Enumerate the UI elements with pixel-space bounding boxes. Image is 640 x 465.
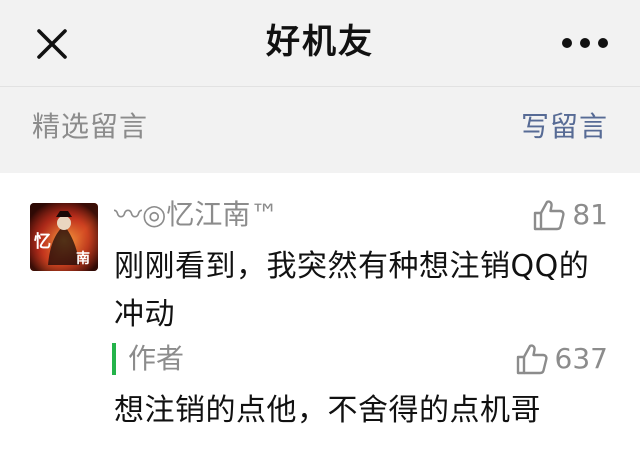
- author-reply-content: 想注销的点他，不舍得的点机哥: [114, 393, 541, 428]
- page-title: 好机友: [266, 22, 374, 62]
- avatar[interactable]: 忆 南: [30, 203, 98, 271]
- reply-like-button[interactable]: 637: [515, 339, 608, 379]
- write-comment-link[interactable]: 写留言: [521, 107, 608, 147]
- more-icon-dot: [598, 38, 608, 48]
- avatar-image: 忆 南: [30, 203, 98, 271]
- author-label: 作者: [128, 342, 185, 375]
- reply-like-count: 637: [554, 342, 608, 375]
- thumbs-up-icon: [534, 200, 565, 231]
- more-icon-dot: [580, 38, 590, 48]
- more-button[interactable]: [562, 36, 608, 50]
- author-reply-tag: 作者: [112, 341, 184, 377]
- more-icon: [562, 38, 572, 48]
- avatar-calligraphy: 忆: [34, 231, 51, 252]
- avatar-calligraphy-2: 南: [76, 250, 90, 267]
- author-accent-bar: [112, 343, 116, 375]
- comment-content: 刚刚看到，我突然有种想注销QQ的冲动: [114, 249, 590, 332]
- section-header: 精选留言 写留言: [0, 87, 640, 173]
- like-count: 81: [572, 198, 608, 231]
- comment-item: 忆 南 〰◎忆江南™ 81 刚刚看到，我突然有种想注销QQ的冲动 作者 637 …: [0, 173, 640, 465]
- top-bar: 好机友: [0, 0, 640, 87]
- thumbs-up-icon: [516, 344, 548, 375]
- like-button[interactable]: 81: [532, 195, 608, 235]
- section-title: 精选留言: [32, 110, 149, 143]
- commenter-nickname[interactable]: 〰◎忆江南™: [114, 195, 278, 235]
